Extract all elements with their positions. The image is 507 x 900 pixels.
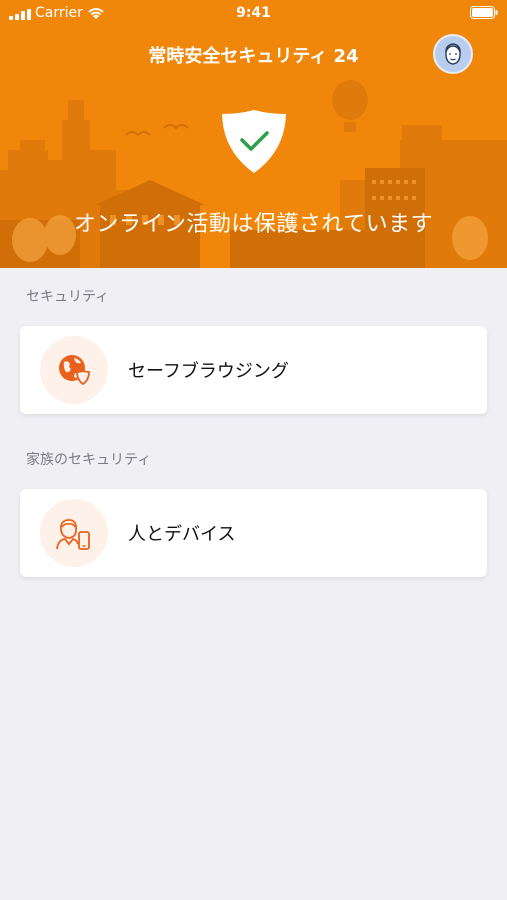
person-device-icon (56, 519, 90, 550)
card-icon-bg (40, 336, 108, 404)
status-bar: Carrier 9:41 (0, 0, 507, 28)
section-label-family-security: 家族のセキュリティ (26, 452, 152, 468)
section-label-security: セキュリティ (26, 289, 110, 305)
hero-banner: Carrier 9:41 常時安全セキュリティ 24 オンライン活動は保護されて… (0, 0, 507, 268)
protection-status-text: オンライン活動は保護されています (73, 212, 434, 237)
shield-check-icon (222, 110, 286, 173)
globe-shield-icon (59, 355, 90, 386)
profile-avatar-button[interactable] (433, 34, 473, 74)
app-title: 常時安全セキュリティ 24 (148, 46, 359, 67)
card-icon-bg (40, 499, 108, 567)
status-time: 9:41 (236, 5, 271, 21)
battery-icon (470, 6, 498, 19)
people-devices-label: 人とデバイス (128, 524, 236, 545)
people-devices-card[interactable]: 人とデバイス (20, 489, 487, 577)
user-face-icon (445, 43, 461, 65)
safe-browsing-label: セーフブラウジング (128, 361, 289, 382)
safe-browsing-card[interactable]: セーフブラウジング (20, 326, 487, 414)
